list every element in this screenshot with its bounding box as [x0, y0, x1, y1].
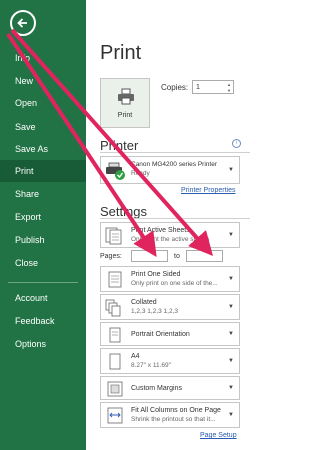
- collation-title: Collated: [131, 299, 157, 306]
- printer-status: Ready: [131, 170, 150, 177]
- printer-ready-icon: [106, 162, 125, 180]
- margins-icon: [107, 381, 123, 397]
- pages-to-label: to: [174, 253, 180, 260]
- paper-size-dropdown[interactable]: A4 8.27" x 11.69" ▼: [100, 348, 240, 374]
- chevron-down-icon: ▼: [228, 385, 234, 391]
- printer-divider: [100, 152, 250, 153]
- nav-item-save[interactable]: Save: [0, 116, 86, 138]
- nav-item-publish[interactable]: Publish: [0, 229, 86, 251]
- print-what-subtitle: Only print the active sheets: [131, 236, 210, 243]
- chevron-down-icon: ▼: [228, 331, 234, 337]
- sheets-icon: [105, 227, 122, 245]
- nav-item-info[interactable]: Info: [0, 47, 86, 69]
- chevron-down-icon: ▼: [228, 232, 234, 238]
- chevron-down-icon: ▼: [228, 412, 234, 418]
- portrait-icon: [109, 327, 121, 343]
- nav-item-new[interactable]: New: [0, 70, 86, 92]
- nav-item-feedback[interactable]: Feedback: [0, 310, 86, 332]
- page-setup-link[interactable]: Page Setup: [200, 432, 237, 439]
- scaling-title: Fit All Columns on One Page: [131, 407, 221, 414]
- orientation-dropdown[interactable]: Portrait Orientation ▼: [100, 322, 240, 346]
- print-button[interactable]: Print: [100, 78, 150, 128]
- printer-dropdown[interactable]: Canon MG4200 series Printer Ready ▼: [100, 156, 240, 184]
- collation-dropdown[interactable]: Collated 1,2,3 1,2,3 1,2,3 ▼: [100, 294, 240, 320]
- copies-label: Copies:: [161, 83, 189, 92]
- paper-icon: [109, 353, 121, 370]
- paper-size-title: A4: [131, 353, 140, 360]
- pages-from-input[interactable]: [131, 250, 168, 262]
- one-sided-icon: [108, 271, 122, 288]
- collated-icon: [105, 299, 121, 317]
- copies-value: 1: [196, 84, 200, 91]
- fit-columns-icon: [107, 407, 123, 424]
- nav-item-options[interactable]: Options: [0, 333, 86, 355]
- nav-item-print[interactable]: Print: [0, 160, 86, 182]
- printer-properties-link[interactable]: Printer Properties: [181, 187, 235, 194]
- printer-name: Canon MG4200 series Printer: [131, 161, 217, 168]
- chevron-down-icon: ▼: [228, 276, 234, 282]
- margins-title: Custom Margins: [131, 385, 182, 392]
- scaling-dropdown[interactable]: Fit All Columns on One Page Shrink the p…: [100, 402, 240, 428]
- chevron-down-icon: ▼: [228, 304, 234, 310]
- nav-item-share[interactable]: Share: [0, 183, 86, 205]
- backstage-sidebar: Info New Open Save Save As Print Share E…: [0, 0, 86, 450]
- copies-down-icon[interactable]: ▼: [226, 88, 232, 93]
- print-what-dropdown[interactable]: Print Active Sheets Only print the activ…: [100, 222, 240, 248]
- paper-size-subtitle: 8.27" x 11.69": [131, 362, 171, 369]
- copies-input[interactable]: 1 ▲ ▼: [192, 80, 234, 94]
- settings-heading: Settings: [100, 204, 147, 219]
- scaling-subtitle: Shrink the printout so that it...: [131, 416, 216, 423]
- chevron-down-icon: ▼: [228, 167, 234, 173]
- printer-icon: [118, 88, 134, 105]
- print-sides-title: Print One Sided: [131, 271, 181, 278]
- info-icon[interactable]: i: [232, 139, 241, 148]
- printer-heading: Printer: [100, 138, 139, 153]
- nav-item-save-as[interactable]: Save As: [0, 138, 86, 160]
- print-button-label: Print: [117, 112, 133, 119]
- nav-item-open[interactable]: Open: [0, 92, 86, 114]
- nav-separator: [8, 282, 78, 283]
- back-arrow-icon: [17, 18, 27, 28]
- nav-item-account[interactable]: Account: [0, 287, 86, 309]
- page-title: Print: [100, 42, 142, 64]
- chevron-down-icon: ▼: [228, 358, 234, 364]
- print-sides-subtitle: Only print on one side of the...: [131, 280, 218, 287]
- copies-up-icon[interactable]: ▲: [226, 82, 232, 87]
- orientation-title: Portrait Orientation: [131, 331, 190, 338]
- back-button[interactable]: [10, 10, 36, 36]
- margins-dropdown[interactable]: Custom Margins ▼: [100, 376, 240, 400]
- pages-to-input[interactable]: [186, 250, 223, 262]
- settings-divider: [100, 218, 250, 219]
- collation-subtitle: 1,2,3 1,2,3 1,2,3: [131, 308, 178, 315]
- nav-item-export[interactable]: Export: [0, 206, 86, 228]
- nav-item-close[interactable]: Close: [0, 252, 86, 274]
- print-what-title: Print Active Sheets: [131, 227, 190, 234]
- print-panel: Print Print Copies: 1 ▲ ▼ Printer i Cano…: [86, 0, 271, 450]
- pages-label: Pages:: [100, 253, 122, 260]
- print-sides-dropdown[interactable]: Print One Sided Only print on one side o…: [100, 266, 240, 292]
